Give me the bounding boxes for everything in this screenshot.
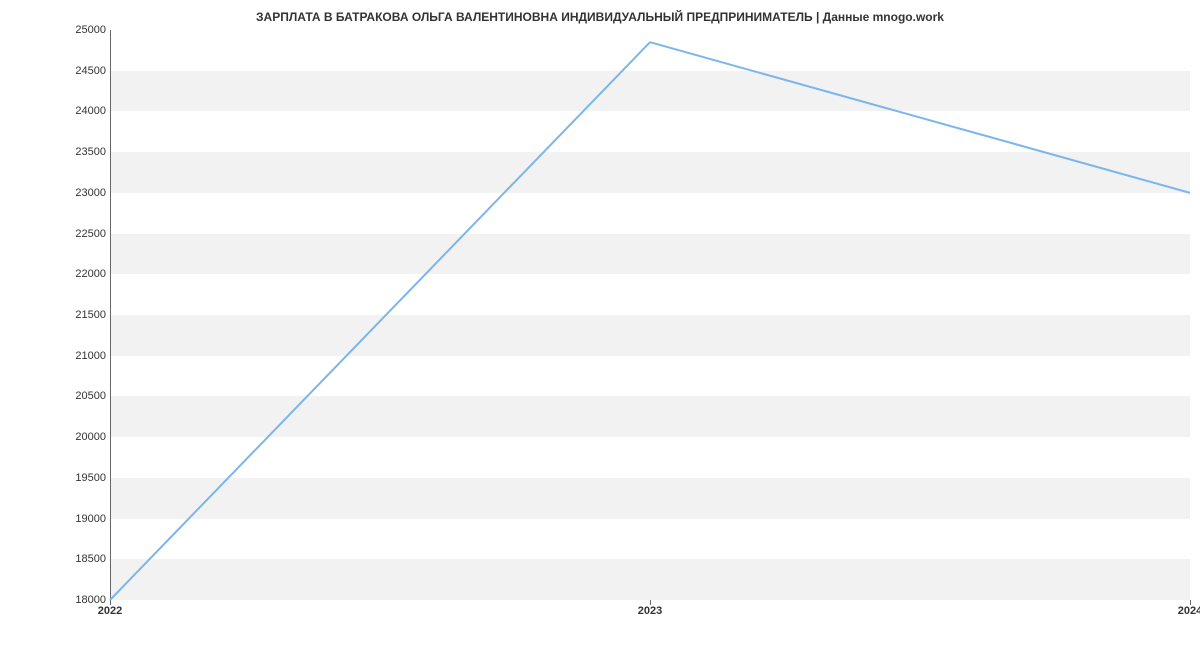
series-line [110,42,1190,600]
y-tick-label: 21500 [56,309,106,321]
y-tick-label: 23000 [56,187,106,199]
y-tick-label: 19000 [56,513,106,525]
y-tick-label: 24000 [56,105,106,117]
x-tick-label: 2023 [638,605,662,617]
chart-plot-area [110,30,1190,600]
x-tick-label: 2024 [1178,605,1200,617]
y-tick-label: 18500 [56,553,106,565]
y-tick-label: 22500 [56,228,106,240]
y-tick-label: 22000 [56,268,106,280]
y-tick-label: 20500 [56,390,106,402]
data-line [110,30,1190,600]
chart-title: ЗАРПЛАТА В БАТРАКОВА ОЛЬГА ВАЛЕНТИНОВНА … [0,10,1200,24]
x-tick-label: 2022 [98,605,122,617]
y-tick-label: 24500 [56,65,106,77]
y-tick-label: 20000 [56,431,106,443]
y-tick-label: 23500 [56,146,106,158]
y-tick-label: 25000 [56,24,106,36]
y-tick-label: 21000 [56,350,106,362]
y-tick-label: 19500 [56,472,106,484]
